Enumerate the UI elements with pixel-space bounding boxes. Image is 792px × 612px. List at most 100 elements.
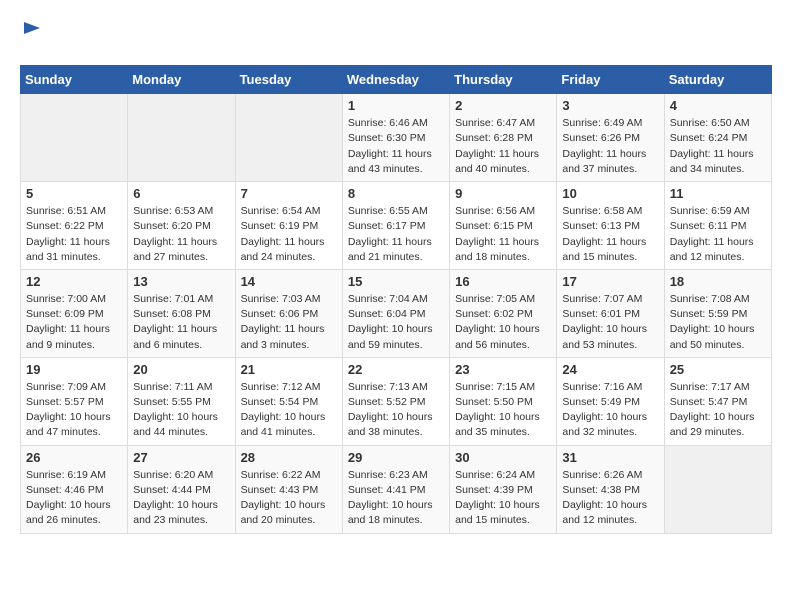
calendar-cell: 30 Sunrise: 6:24 AM Sunset: 4:39 PM Dayli…: [450, 445, 557, 533]
day-number: 30: [455, 450, 551, 465]
weekday-header-monday: Monday: [128, 66, 235, 94]
calendar-cell: 29 Sunrise: 6:23 AM Sunset: 4:41 PM Dayli…: [342, 445, 449, 533]
calendar-cell: 21Sunrise: 7:12 AM Sunset: 5:54 PM Dayli…: [235, 357, 342, 445]
day-number: 29: [348, 450, 444, 465]
calendar-cell: 14 Sunrise: 7:03 AM Sunset: 6:06 PM Dayli…: [235, 269, 342, 357]
page-header: [20, 20, 772, 49]
calendar-cell: 3 Sunrise: 6:49 AM Sunset: 6:26 PM Daylig…: [557, 94, 664, 182]
calendar-week-row: 1 Sunrise: 6:46 AM Sunset: 6:30 PM Daylig…: [21, 94, 772, 182]
weekday-header-friday: Friday: [557, 66, 664, 94]
day-number: 10: [562, 186, 658, 201]
day-info: Sunrise: 7:15 AM Sunset: 5:50 PM Dayligh…: [455, 380, 551, 441]
weekday-header-row: SundayMondayTuesdayWednesdayThursdayFrid…: [21, 66, 772, 94]
calendar-cell: 16Sunrise: 7:05 AM Sunset: 6:02 PM Dayli…: [450, 269, 557, 357]
day-info: Sunrise: 6:47 AM Sunset: 6:28 PM Dayligh…: [455, 116, 551, 177]
day-info: Sunrise: 6:54 AM Sunset: 6:19 PM Dayligh…: [241, 204, 337, 265]
calendar-cell: 19 Sunrise: 7:09 AM Sunset: 5:57 PM Dayli…: [21, 357, 128, 445]
day-number: 25: [670, 362, 766, 377]
day-number: 11: [670, 186, 766, 201]
day-info: Sunrise: 6:51 AM Sunset: 6:22 PM Dayligh…: [26, 204, 122, 265]
day-info: Sunrise: 7:04 AM Sunset: 6:04 PM Dayligh…: [348, 292, 444, 353]
calendar-cell: [235, 94, 342, 182]
weekday-header-sunday: Sunday: [21, 66, 128, 94]
calendar-cell: 11 Sunrise: 6:59 AM Sunset: 6:11 PM Dayli…: [664, 182, 771, 270]
calendar-week-row: 19 Sunrise: 7:09 AM Sunset: 5:57 PM Dayli…: [21, 357, 772, 445]
calendar-cell: 31Sunrise: 6:26 AM Sunset: 4:38 PM Dayli…: [557, 445, 664, 533]
day-number: 18: [670, 274, 766, 289]
day-number: 6: [133, 186, 229, 201]
day-info: Sunrise: 6:19 AM Sunset: 4:46 PM Dayligh…: [26, 468, 122, 529]
day-info: Sunrise: 7:08 AM Sunset: 5:59 PM Dayligh…: [670, 292, 766, 353]
day-number: 13: [133, 274, 229, 289]
day-number: 23: [455, 362, 551, 377]
day-number: 5: [26, 186, 122, 201]
day-info: Sunrise: 7:09 AM Sunset: 5:57 PM Dayligh…: [26, 380, 122, 441]
calendar-cell: 8 Sunrise: 6:55 AM Sunset: 6:17 PM Daylig…: [342, 182, 449, 270]
day-info: Sunrise: 6:23 AM Sunset: 4:41 PM Dayligh…: [348, 468, 444, 529]
day-info: Sunrise: 7:00 AM Sunset: 6:09 PM Dayligh…: [26, 292, 122, 353]
day-number: 16: [455, 274, 551, 289]
day-info: Sunrise: 6:55 AM Sunset: 6:17 PM Dayligh…: [348, 204, 444, 265]
day-number: 27: [133, 450, 229, 465]
calendar-week-row: 26 Sunrise: 6:19 AM Sunset: 4:46 PM Dayli…: [21, 445, 772, 533]
calendar-cell: 4Sunrise: 6:50 AM Sunset: 6:24 PM Daylig…: [664, 94, 771, 182]
day-info: Sunrise: 7:12 AM Sunset: 5:54 PM Dayligh…: [241, 380, 337, 441]
day-number: 19: [26, 362, 122, 377]
day-info: Sunrise: 6:24 AM Sunset: 4:39 PM Dayligh…: [455, 468, 551, 529]
day-number: 12: [26, 274, 122, 289]
calendar-cell: 28 Sunrise: 6:22 AM Sunset: 4:43 PM Dayli…: [235, 445, 342, 533]
calendar-cell: 12 Sunrise: 7:00 AM Sunset: 6:09 PM Dayli…: [21, 269, 128, 357]
day-info: Sunrise: 7:13 AM Sunset: 5:52 PM Dayligh…: [348, 380, 444, 441]
day-number: 1: [348, 98, 444, 113]
calendar-table: SundayMondayTuesdayWednesdayThursdayFrid…: [20, 65, 772, 533]
day-number: 7: [241, 186, 337, 201]
calendar-cell: [128, 94, 235, 182]
weekday-header-tuesday: Tuesday: [235, 66, 342, 94]
weekday-header-saturday: Saturday: [664, 66, 771, 94]
calendar-cell: 23 Sunrise: 7:15 AM Sunset: 5:50 PM Dayli…: [450, 357, 557, 445]
calendar-cell: 1 Sunrise: 6:46 AM Sunset: 6:30 PM Daylig…: [342, 94, 449, 182]
day-number: 3: [562, 98, 658, 113]
calendar-cell: 25Sunrise: 7:17 AM Sunset: 5:47 PM Dayli…: [664, 357, 771, 445]
weekday-header-wednesday: Wednesday: [342, 66, 449, 94]
calendar-week-row: 12 Sunrise: 7:00 AM Sunset: 6:09 PM Dayli…: [21, 269, 772, 357]
day-info: Sunrise: 7:01 AM Sunset: 6:08 PM Dayligh…: [133, 292, 229, 353]
day-number: 15: [348, 274, 444, 289]
day-number: 28: [241, 450, 337, 465]
day-number: 9: [455, 186, 551, 201]
day-info: Sunrise: 7:16 AM Sunset: 5:49 PM Dayligh…: [562, 380, 658, 441]
day-info: Sunrise: 6:26 AM Sunset: 4:38 PM Dayligh…: [562, 468, 658, 529]
day-info: Sunrise: 6:59 AM Sunset: 6:11 PM Dayligh…: [670, 204, 766, 265]
day-info: Sunrise: 6:22 AM Sunset: 4:43 PM Dayligh…: [241, 468, 337, 529]
day-info: Sunrise: 6:49 AM Sunset: 6:26 PM Dayligh…: [562, 116, 658, 177]
calendar-cell: 2 Sunrise: 6:47 AM Sunset: 6:28 PM Daylig…: [450, 94, 557, 182]
day-info: Sunrise: 7:11 AM Sunset: 5:55 PM Dayligh…: [133, 380, 229, 441]
calendar-cell: 7 Sunrise: 6:54 AM Sunset: 6:19 PM Daylig…: [235, 182, 342, 270]
day-number: 2: [455, 98, 551, 113]
calendar-cell: [21, 94, 128, 182]
day-info: Sunrise: 6:50 AM Sunset: 6:24 PM Dayligh…: [670, 116, 766, 177]
day-info: Sunrise: 7:07 AM Sunset: 6:01 PM Dayligh…: [562, 292, 658, 353]
day-number: 26: [26, 450, 122, 465]
day-info: Sunrise: 7:03 AM Sunset: 6:06 PM Dayligh…: [241, 292, 337, 353]
logo-flag-icon: [22, 20, 42, 40]
day-number: 17: [562, 274, 658, 289]
calendar-cell: 15 Sunrise: 7:04 AM Sunset: 6:04 PM Dayli…: [342, 269, 449, 357]
day-info: Sunrise: 6:53 AM Sunset: 6:20 PM Dayligh…: [133, 204, 229, 265]
calendar-cell: [664, 445, 771, 533]
day-info: Sunrise: 6:58 AM Sunset: 6:13 PM Dayligh…: [562, 204, 658, 265]
day-number: 14: [241, 274, 337, 289]
day-info: Sunrise: 6:56 AM Sunset: 6:15 PM Dayligh…: [455, 204, 551, 265]
calendar-cell: 27Sunrise: 6:20 AM Sunset: 4:44 PM Dayli…: [128, 445, 235, 533]
calendar-cell: 20Sunrise: 7:11 AM Sunset: 5:55 PM Dayli…: [128, 357, 235, 445]
day-number: 8: [348, 186, 444, 201]
calendar-cell: 9 Sunrise: 6:56 AM Sunset: 6:15 PM Daylig…: [450, 182, 557, 270]
calendar-cell: 24 Sunrise: 7:16 AM Sunset: 5:49 PM Dayli…: [557, 357, 664, 445]
calendar-cell: 5 Sunrise: 6:51 AM Sunset: 6:22 PM Daylig…: [21, 182, 128, 270]
day-number: 24: [562, 362, 658, 377]
calendar-cell: 26 Sunrise: 6:19 AM Sunset: 4:46 PM Dayli…: [21, 445, 128, 533]
calendar-cell: 22Sunrise: 7:13 AM Sunset: 5:52 PM Dayli…: [342, 357, 449, 445]
weekday-header-thursday: Thursday: [450, 66, 557, 94]
calendar-cell: 6 Sunrise: 6:53 AM Sunset: 6:20 PM Daylig…: [128, 182, 235, 270]
day-info: Sunrise: 6:46 AM Sunset: 6:30 PM Dayligh…: [348, 116, 444, 177]
